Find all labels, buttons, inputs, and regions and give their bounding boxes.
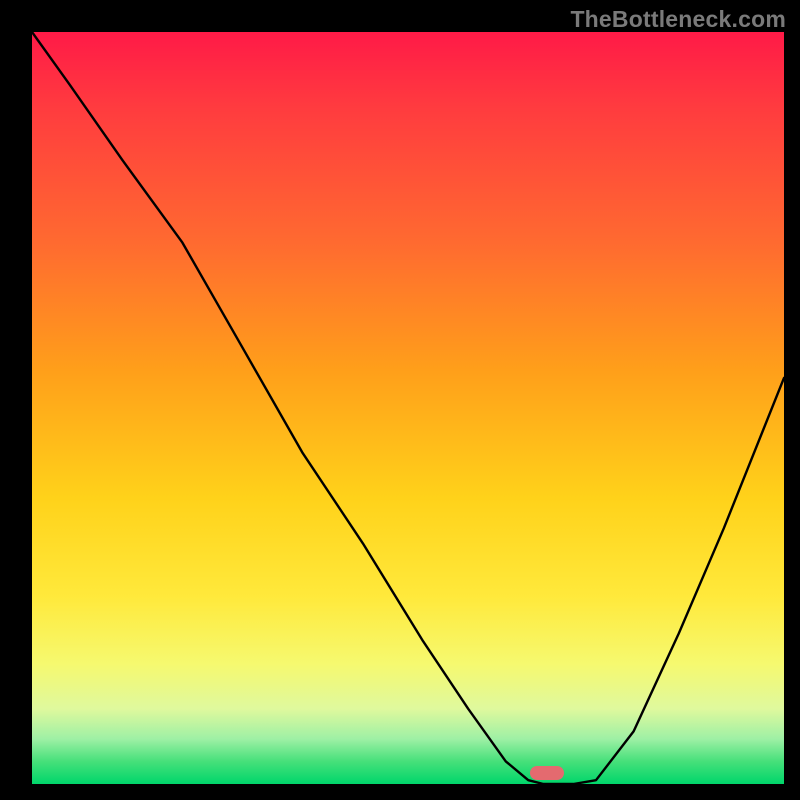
bottleneck-curve (32, 32, 784, 784)
plot-area (32, 32, 784, 784)
optimal-marker (530, 766, 564, 780)
curve-path (32, 32, 784, 784)
chart-frame: TheBottleneck.com (0, 0, 800, 800)
watermark-text: TheBottleneck.com (570, 6, 786, 33)
